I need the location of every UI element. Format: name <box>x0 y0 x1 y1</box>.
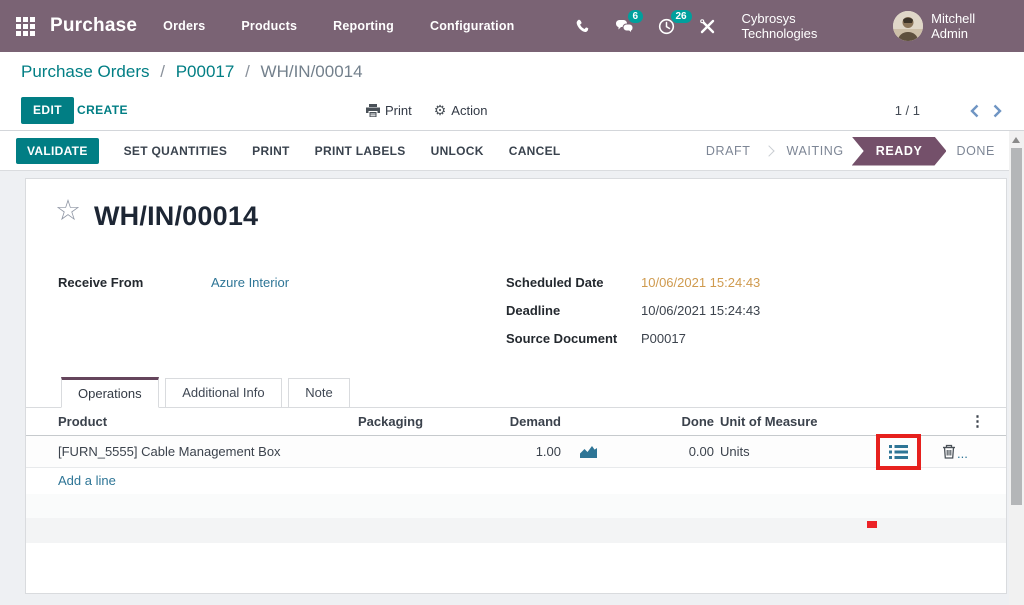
source-document-value: P00017 <box>641 331 686 346</box>
receive-from-label: Receive From <box>58 275 143 290</box>
action-menu-label: Action <box>451 103 487 118</box>
gear-icon: ⚙ <box>434 102 447 119</box>
empty-row-stripe <box>26 494 1006 518</box>
deadline-label: Deadline <box>506 303 560 318</box>
action-menu[interactable]: ⚙ Action <box>434 102 488 119</box>
breadcrumb-p00017[interactable]: P00017 <box>176 62 235 81</box>
top-navbar: Purchase Orders Products Reporting Confi… <box>0 0 1024 52</box>
red-annotation-dot <box>867 521 877 528</box>
menu-reporting[interactable]: Reporting <box>333 19 394 33</box>
source-document-label: Source Document <box>506 331 617 346</box>
vertical-scrollbar[interactable] <box>1009 131 1024 605</box>
systray: 6 26 Cybrosys Technologies Mitchell Admi… <box>551 11 1024 41</box>
column-done[interactable]: Done <box>634 414 714 429</box>
breadcrumb-current: WH/IN/00014 <box>261 62 363 81</box>
app-title[interactable]: Purchase <box>50 15 137 37</box>
breadcrumb: Purchase Orders / P00017 / WH/IN/00014 <box>21 62 363 82</box>
unlock-button[interactable]: UNLOCK <box>431 144 484 158</box>
delete-row-icon[interactable]: ... <box>942 444 968 459</box>
column-unit-of-measure[interactable]: Unit of Measure <box>720 414 818 429</box>
forecast-chart-icon[interactable] <box>579 445 598 459</box>
validate-button[interactable]: VALIDATE <box>16 138 99 164</box>
scrollbar-thumb[interactable] <box>1011 148 1022 505</box>
tab-note[interactable]: Note <box>288 378 349 408</box>
record-sheet: ☆ WH/IN/00014 Receive From Azure Interio… <box>25 178 1007 594</box>
cancel-button[interactable]: CANCEL <box>509 144 561 158</box>
table-row[interactable]: [FURN_5555] Cable Management Box 1.00 0.… <box>26 436 1006 468</box>
column-product[interactable]: Product <box>58 414 107 429</box>
create-button[interactable]: CREATE <box>77 97 128 124</box>
menu-products[interactable]: Products <box>241 19 297 33</box>
optional-columns-icon[interactable]: ⋮ <box>970 412 985 430</box>
tab-additional-info[interactable]: Additional Info <box>165 378 281 408</box>
operations-table-header: Product Packaging Demand Done Unit of Me… <box>26 408 1006 436</box>
phone-icon[interactable] <box>575 18 591 34</box>
tools-icon[interactable] <box>699 18 716 35</box>
cell-product[interactable]: [FURN_5555] Cable Management Box <box>58 444 281 459</box>
stage-ready-active[interactable]: READY <box>852 137 947 166</box>
printer-icon <box>366 104 380 117</box>
pager-next-icon[interactable] <box>993 104 1002 118</box>
print-button[interactable]: PRINT <box>252 144 290 158</box>
scheduled-date-label: Scheduled Date <box>506 275 604 290</box>
breadcrumb-separator: / <box>245 62 250 81</box>
print-menu-label: Print <box>385 103 412 118</box>
scheduled-date-value: 10/06/2021 15:24:43 <box>641 275 760 290</box>
apps-grid-icon[interactable] <box>16 17 35 36</box>
messages-badge: 6 <box>628 10 644 23</box>
favorite-star-icon[interactable]: ☆ <box>55 197 81 226</box>
messages-icon[interactable]: 6 <box>615 18 634 34</box>
column-packaging[interactable]: Packaging <box>358 414 423 429</box>
deadline-value: 10/06/2021 15:24:43 <box>641 303 760 318</box>
breadcrumb-separator: / <box>160 62 165 81</box>
detailed-operations-icon[interactable] <box>889 444 908 460</box>
receive-from-value[interactable]: Azure Interior <box>211 275 289 290</box>
row-more-dots[interactable]: ... <box>957 449 968 459</box>
company-switcher[interactable]: Cybrosys Technologies <box>742 11 868 41</box>
empty-row-stripe <box>26 518 1006 543</box>
user-menu[interactable]: Mitchell Admin <box>931 11 1010 41</box>
add-a-line-link[interactable]: Add a line <box>58 473 116 488</box>
user-avatar[interactable] <box>893 11 923 41</box>
pager-arrows <box>970 97 1002 124</box>
form-statusbar: VALIDATE SET QUANTITIES PRINT PRINT LABE… <box>0 131 1009 171</box>
stage-waiting[interactable]: WAITING <box>787 144 844 158</box>
breadcrumb-purchase-orders[interactable]: Purchase Orders <box>21 62 150 81</box>
print-menu[interactable]: Print <box>366 103 412 118</box>
stage-done[interactable]: DONE <box>956 144 995 158</box>
cell-demand[interactable]: 1.00 <box>461 444 561 459</box>
column-demand[interactable]: Demand <box>461 414 561 429</box>
stage-pipeline: DRAFT WAITING READY DONE <box>706 131 995 171</box>
notebook-tabs: Operations Additional Info Note <box>26 377 1006 408</box>
stage-draft[interactable]: DRAFT <box>706 144 751 158</box>
edit-button[interactable]: EDIT <box>21 97 74 124</box>
control-panel: Purchase Orders / P00017 / WH/IN/00014 E… <box>0 52 1024 131</box>
tab-operations[interactable]: Operations <box>61 377 159 408</box>
record-title: WH/IN/00014 <box>94 201 258 232</box>
menu-configuration[interactable]: Configuration <box>430 19 515 33</box>
set-quantities-button[interactable]: SET QUANTITIES <box>124 144 228 158</box>
pager-count: 1 / 1 <box>895 97 920 124</box>
menu-orders[interactable]: Orders <box>163 19 205 33</box>
activities-badge: 26 <box>671 10 692 23</box>
stage-separator-icon <box>763 145 774 156</box>
pager-previous-icon[interactable] <box>970 104 979 118</box>
cell-uom[interactable]: Units <box>720 444 750 459</box>
print-labels-button[interactable]: PRINT LABELS <box>315 144 406 158</box>
scroll-up-icon[interactable] <box>1012 137 1020 143</box>
activities-icon[interactable]: 26 <box>658 18 675 35</box>
add-line-row: Add a line <box>26 468 1006 494</box>
cell-done[interactable]: 0.00 <box>634 444 714 459</box>
